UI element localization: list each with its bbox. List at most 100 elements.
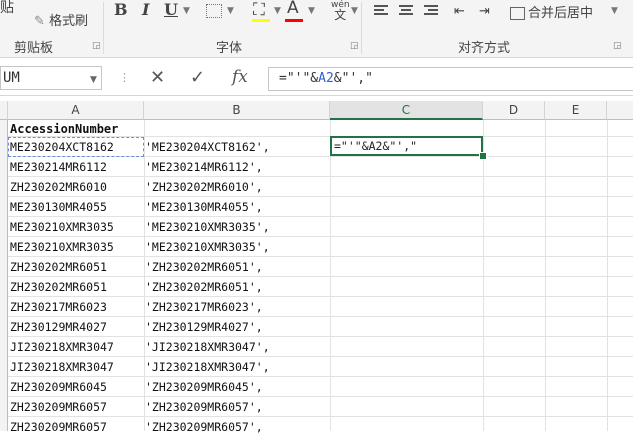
phonetic-dropdown-icon[interactable]: ▼ [351,6,358,16]
cell-b4[interactable]: 'ZH230202MR6010', [145,177,330,197]
column-header-b[interactable]: B [144,101,330,120]
cell-b8[interactable]: 'ZH230202MR6051', [145,257,330,277]
format-painter-label: 格式刷 [49,14,89,29]
cell-a10[interactable]: ZH230217MR6023 [10,297,142,317]
cell-a15[interactable]: ZH230209MR6057 [10,397,142,417]
align-left-icon[interactable] [374,5,388,17]
cell-a5[interactable]: ME230130MR4055 [10,197,142,217]
phonetic-button[interactable]: wén 文 [331,0,350,22]
insert-function-button[interactable]: fx [232,67,248,87]
active-cell-c2[interactable]: ="'"&A2&"'," [330,136,483,156]
format-painter-button[interactable]: ✎ 格式刷 [34,10,88,29]
cell-a1[interactable]: AccessionNumber [10,119,142,139]
merge-dropdown-icon[interactable]: ▼ [611,6,618,16]
underline-button[interactable]: U [164,0,178,19]
increase-indent-button[interactable]: ⇥ [479,4,490,19]
border-button[interactable] [206,3,222,18]
column-header-d[interactable]: D [483,101,545,120]
cell-a4[interactable]: ZH230202MR6010 [10,177,142,197]
cancel-icon: ✕ [150,67,166,88]
paste-label: 贴 [0,0,14,16]
select-all-corner[interactable] [0,101,8,120]
font-launcher-icon[interactable]: ◲ [350,41,359,51]
cell-b9[interactable]: 'ZH230202MR6051', [145,277,330,297]
cell-a14[interactable]: ZH230209MR6045 [10,377,142,397]
formula-prefix: ="'"& [279,71,319,86]
column-header-a[interactable]: A [8,101,144,120]
align-right-icon[interactable] [424,5,438,17]
merge-center-button[interactable]: 合并后居中 [510,2,593,21]
increase-indent-icon: ⇥ [479,4,490,19]
font-color-dropdown-icon[interactable]: ▼ [308,6,315,16]
underline-dropdown-icon[interactable]: ▼ [183,6,190,16]
border-icon [206,3,222,18]
cell-a16[interactable]: ZH230209MR6057 [10,417,142,437]
cell-a7[interactable]: ME230210XMR3035 [10,237,142,257]
cell-b12[interactable]: 'JI230218XMR3047', [145,337,330,357]
format-painter-icon: ✎ [34,14,45,29]
grid-line [607,120,608,431]
cell-a2[interactable]: ME230204XCT8162 [10,137,142,157]
column-header-f[interactable] [607,101,633,120]
enter-button[interactable]: ✓ [190,67,205,88]
font-color-glyph: A [287,0,299,18]
cell-a6[interactable]: ME230210XMR3035 [10,217,142,237]
grid-line [483,120,484,431]
cell-b16[interactable]: 'ZH230209MR6057', [145,417,330,437]
cell-b7[interactable]: 'ME230210XMR3035', [145,237,330,257]
font-group-label: 字体 [216,41,243,56]
cell-b2[interactable]: 'ME230204XCT8162', [145,137,330,157]
formula-input[interactable]: ="'"&A2&"'," [268,67,633,91]
italic-button[interactable]: I [142,0,149,19]
cell-b15[interactable]: 'ZH230209MR6057', [145,397,330,417]
paint-bucket-icon: ⛶ [253,0,265,20]
formula-bar-grip-icon[interactable]: ⋮ [119,71,130,84]
cell-a3[interactable]: ME230214MR6112 [10,157,142,177]
cell-b10[interactable]: 'ZH230217MR6023', [145,297,330,317]
decrease-indent-icon: ⇤ [454,4,465,19]
cell-b13[interactable]: 'JI230218XMR3047', [145,357,330,377]
cell-a9[interactable]: ZH230202MR6051 [10,277,142,297]
grid-line [545,120,546,431]
check-icon: ✓ [190,67,206,88]
cell-b11[interactable]: 'ZH230129MR4027', [145,317,330,337]
align-center-icon[interactable] [399,5,413,17]
cancel-button[interactable]: ✕ [150,67,165,88]
fill-color-dropdown-icon[interactable]: ▼ [274,6,281,16]
cell-a11[interactable]: ZH230129MR4027 [10,317,142,337]
clipboard-group-label: 剪贴板 [14,41,54,56]
formula-bar: UM ▼ ⋮ ✕ ✓ fx ="'"&A2&"'," [0,63,633,96]
name-box-dropdown-icon[interactable]: ▼ [90,75,97,85]
fill-handle[interactable] [479,152,487,160]
fx-icon: fx [232,67,248,87]
row-header-strip[interactable] [0,120,8,431]
cell-a12[interactable]: JI230218XMR3047 [10,337,142,357]
decrease-indent-button[interactable]: ⇤ [454,4,465,19]
name-box[interactable]: UM [0,66,102,90]
italic-label: I [142,0,150,19]
column-header-e[interactable]: E [545,101,607,120]
underline-label: U [164,0,178,19]
paste-button[interactable]: 贴 [0,0,14,17]
ribbon: 贴 ✎ 格式刷 剪贴板 ◲ B I U ▼ ▼ ⛶ ▼ A ▼ wén 文 ▼ … [0,0,633,58]
bold-button[interactable]: B [114,0,128,19]
cell-a8[interactable]: ZH230202MR6051 [10,257,142,277]
phonetic-bottom: 文 [334,8,347,22]
bold-label: B [114,0,128,19]
clipboard-launcher-icon[interactable]: ◲ [92,41,101,51]
cell-b5[interactable]: 'ME230130MR4055', [145,197,330,217]
cell-a13[interactable]: JI230218XMR3047 [10,357,142,377]
font-color-button[interactable]: A [287,0,299,18]
fill-color-swatch [252,19,270,22]
alignment-launcher-icon[interactable]: ◲ [613,41,622,51]
ribbon-divider [361,2,362,54]
cell-b6[interactable]: 'ME230210XMR3035', [145,217,330,237]
merge-cells-icon [510,7,525,20]
cell-b3[interactable]: 'ME230214MR6112', [145,157,330,177]
column-header-c[interactable]: C [330,101,483,120]
formula-suffix: &"'," [333,71,373,86]
border-dropdown-icon[interactable]: ▼ [227,6,234,16]
fill-color-button[interactable]: ⛶ [253,0,265,20]
alignment-group-label: 对齐方式 [458,41,511,56]
cell-b14[interactable]: 'ZH230209MR6045', [145,377,330,397]
